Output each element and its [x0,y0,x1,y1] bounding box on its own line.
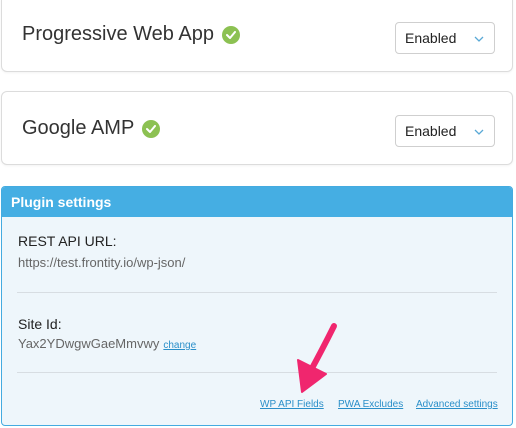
check-circle-icon [221,25,240,44]
site-id-value: Yax2YDwgwGaeMmvwy [18,336,160,351]
amp-select-value: Enabled [405,123,457,139]
pwa-title-row: Progressive Web App [22,23,240,46]
amp-status-select[interactable]: Enabled [395,115,495,147]
advanced-settings-link[interactable]: Advanced settings [416,399,498,410]
change-site-id-link[interactable]: change [163,340,196,351]
divider [17,372,497,373]
divider [17,292,497,293]
amp-title-row: Google AMP [22,117,161,140]
site-id-label: Site Id: [18,316,62,332]
check-circle-icon [142,119,161,138]
pwa-select-value: Enabled [405,30,457,46]
amp-title: Google AMP [22,117,135,139]
plugin-settings-header: Plugin settings [2,187,512,217]
chevron-down-icon [473,32,485,48]
pwa-title: Progressive Web App [22,23,214,45]
wp-api-fields-link[interactable]: WP API Fields [260,399,324,410]
rest-api-label: REST API URL: [18,233,117,249]
pwa-excludes-link[interactable]: PWA Excludes [338,399,403,410]
rest-api-value: https://test.frontity.io/wp-json/ [18,255,186,270]
site-id-row: Yax2YDwgwGaeMmvwy change [18,336,196,351]
chevron-down-icon [473,125,485,141]
plugin-settings-panel: Plugin settings REST API URL: https://te… [1,186,513,426]
pwa-card: Progressive Web App Enabled [1,0,513,72]
amp-card: Google AMP Enabled [1,91,513,165]
pwa-status-select[interactable]: Enabled [395,22,495,54]
